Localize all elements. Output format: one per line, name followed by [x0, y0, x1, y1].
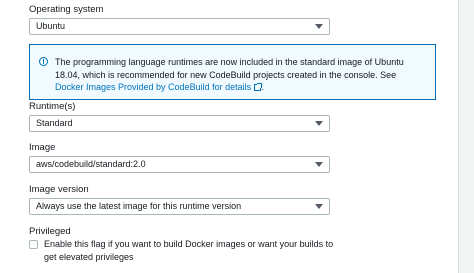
image-label: Image	[29, 142, 56, 153]
image-select-value: aws/codebuild/standard:2.0	[36, 159, 146, 169]
caret-down-icon	[315, 204, 323, 209]
image-version-select[interactable]: Always use the latest image for this run…	[29, 198, 330, 215]
docker-images-link[interactable]: Docker Images Provided by CodeBuild for …	[55, 82, 263, 92]
privileged-label: Privileged	[29, 226, 71, 237]
caret-down-icon	[315, 121, 323, 126]
image-version-label: Image version	[29, 184, 89, 195]
runtime-select-value: Standard	[36, 118, 73, 128]
info-alert-message: The programming language runtimes are no…	[55, 57, 404, 80]
runtime-label: Runtime(s)	[29, 101, 76, 112]
caret-down-icon	[315, 162, 323, 167]
os-select-value: Ubuntu	[36, 21, 66, 31]
privileged-checkbox[interactable]	[29, 240, 38, 249]
os-select[interactable]: Ubuntu	[29, 18, 330, 35]
docker-images-link-label: Docker Images Provided by CodeBuild for …	[55, 82, 252, 92]
info-icon	[39, 57, 48, 66]
privileged-checkbox-label[interactable]: Enable this flag if you want to build Do…	[44, 238, 344, 263]
info-alert: The programming language runtimes are no…	[29, 44, 436, 100]
image-version-select-value: Always use the latest image for this run…	[36, 201, 242, 211]
info-alert-text: The programming language runtimes are no…	[55, 56, 427, 94]
runtime-select[interactable]: Standard	[29, 115, 330, 132]
image-select[interactable]: aws/codebuild/standard:2.0	[29, 156, 330, 173]
page-background-strip	[459, 0, 474, 273]
external-link-icon	[254, 83, 263, 91]
caret-down-icon	[315, 24, 323, 29]
os-label: Operating system	[29, 4, 104, 15]
